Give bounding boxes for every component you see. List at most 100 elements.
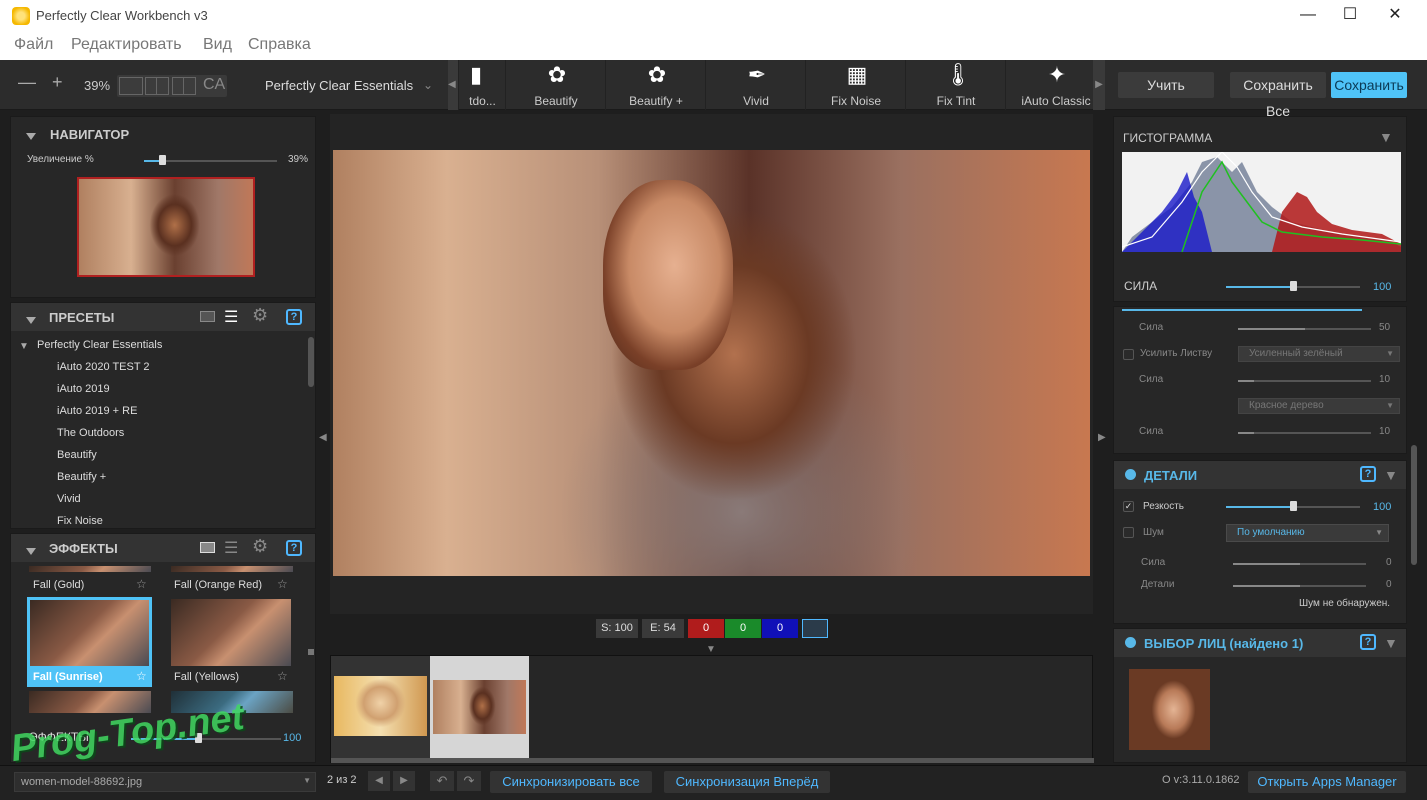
- learn-button[interactable]: Учить: [1118, 72, 1214, 98]
- scroll-left-icon[interactable]: ◀: [448, 60, 458, 110]
- grid-view-icon[interactable]: [200, 311, 215, 322]
- prev-image-icon[interactable]: ◀: [368, 771, 390, 791]
- preset-list-item[interactable]: iAuto 2019: [57, 383, 110, 395]
- scroll-right-icon[interactable]: ▶: [1093, 60, 1105, 110]
- preset-tab-beautify[interactable]: ✿ Beautify: [505, 60, 605, 110]
- preset-group-name[interactable]: Perfectly Clear Essentials: [37, 339, 162, 351]
- sync-all-button[interactable]: Синхронизировать все: [490, 771, 652, 793]
- noise-checkbox[interactable]: [1123, 527, 1134, 538]
- effect-label[interactable]: Fall (Yellows): [174, 671, 239, 683]
- zoom-in-icon[interactable]: +: [52, 72, 63, 93]
- presets-scrollbar[interactable]: [308, 337, 314, 387]
- navigator-thumbnail[interactable]: [77, 177, 255, 277]
- preset-tab-fix-noise[interactable]: ▦ Fix Noise: [805, 60, 905, 110]
- effect-thumbnail[interactable]: [29, 691, 151, 713]
- effect-thumbnail[interactable]: [30, 600, 149, 666]
- sharpness-knob[interactable]: [1290, 501, 1297, 511]
- effects-collapse-icon[interactable]: [26, 544, 36, 558]
- menu-help[interactable]: Справка: [248, 36, 311, 54]
- faces-help-icon[interactable]: ?: [1360, 634, 1376, 650]
- menu-file[interactable]: Файл: [14, 36, 53, 54]
- effect-label[interactable]: Fall (Sunrise): [33, 671, 103, 683]
- menu-view[interactable]: Вид: [203, 36, 232, 54]
- list-view-icon[interactable]: ☰: [224, 307, 238, 327]
- faces-collapse-icon[interactable]: ▼: [1384, 635, 1398, 651]
- histogram-collapse-icon[interactable]: ▼: [1379, 129, 1393, 145]
- film-thumbnail[interactable]: [334, 676, 427, 736]
- star-icon[interactable]: ☆: [277, 669, 288, 683]
- star-icon[interactable]: ☆: [136, 577, 147, 591]
- navigator-collapse-icon[interactable]: [26, 129, 36, 143]
- effects-scrollbar[interactable]: [308, 649, 314, 655]
- list-view-icon[interactable]: ☰: [224, 538, 238, 558]
- presets-help-icon[interactable]: ?: [286, 309, 302, 325]
- side-by-side-icon[interactable]: [172, 77, 196, 95]
- film-item[interactable]: [331, 656, 430, 758]
- apps-manager-button[interactable]: Открыть Apps Manager: [1248, 771, 1406, 793]
- effect-label[interactable]: Fall (Gold): [33, 579, 84, 591]
- chevron-down-icon[interactable]: ⌄: [423, 78, 433, 92]
- preset-list-item[interactable]: Beautify +: [57, 471, 106, 483]
- collapse-right-icon[interactable]: ▶: [1098, 432, 1106, 443]
- preset-tab-fix-tint[interactable]: 🌡 Fix Tint: [905, 60, 1005, 110]
- zoom-out-icon[interactable]: —: [18, 72, 36, 93]
- right-panel-scrollbar[interactable]: [1411, 445, 1417, 565]
- preset-list-item[interactable]: The Outdoors: [57, 427, 124, 439]
- navigator-zoom-knob[interactable]: [159, 155, 166, 165]
- preset-list-item[interactable]: Beautify: [57, 449, 97, 461]
- preset-list-item[interactable]: iAuto 2019 + RE: [57, 405, 137, 417]
- preset-list-item[interactable]: iAuto 2020 TEST 2: [57, 361, 150, 373]
- preset-tab-vivid[interactable]: ✒ Vivid: [705, 60, 805, 110]
- noise-details-fill: [1233, 585, 1300, 587]
- minimize-icon[interactable]: —: [1285, 0, 1331, 32]
- sila-slider[interactable]: [1238, 380, 1371, 382]
- gear-icon[interactable]: ⚙: [252, 536, 268, 557]
- foliage-dropdown[interactable]: Усиленный зелёный ▼: [1238, 346, 1400, 362]
- image-compare-icon[interactable]: [802, 619, 828, 638]
- details-collapse-icon[interactable]: ▼: [1384, 467, 1398, 483]
- menu-edit[interactable]: Редактировать: [71, 36, 182, 54]
- ca-toggle[interactable]: CA: [203, 76, 225, 94]
- undo-icon[interactable]: ↶: [430, 771, 454, 791]
- noise-dropdown[interactable]: По умолчанию ▼: [1226, 524, 1389, 542]
- save-button[interactable]: Сохранить: [1331, 72, 1407, 98]
- effects-help-icon[interactable]: ?: [286, 540, 302, 556]
- preset-list-item[interactable]: Fix Noise: [57, 515, 103, 527]
- split-view-icon[interactable]: [145, 77, 169, 95]
- star-icon[interactable]: ☆: [136, 669, 147, 683]
- preset-group-select[interactable]: Perfectly Clear Essentials: [265, 78, 413, 93]
- filmstrip-scrollbar[interactable]: [331, 758, 1094, 763]
- star-icon[interactable]: ☆: [277, 577, 288, 591]
- film-item-selected[interactable]: [430, 656, 529, 758]
- presets-collapse-icon[interactable]: [26, 313, 36, 327]
- preset-tab-beautify[interactable]: ✿ Beautify +: [605, 60, 705, 110]
- film-thumbnail[interactable]: [433, 680, 526, 734]
- strength-knob[interactable]: [1290, 281, 1297, 291]
- group-expand-icon[interactable]: ▼: [19, 341, 29, 352]
- main-photo[interactable]: [333, 150, 1090, 576]
- effect-label[interactable]: Fall (Orange Red): [174, 579, 262, 591]
- next-image-icon[interactable]: ▶: [393, 771, 415, 791]
- details-help-icon[interactable]: ?: [1360, 466, 1376, 482]
- redo-icon[interactable]: ↷: [457, 771, 481, 791]
- preset-list-item[interactable]: Vivid: [57, 493, 81, 505]
- close-icon[interactable]: ✕: [1372, 0, 1418, 32]
- face-thumbnail[interactable]: [1129, 669, 1210, 750]
- preset-tab-tdo[interactable]: ▮ tdo...: [458, 60, 505, 110]
- grid-view-icon[interactable]: [200, 542, 215, 553]
- collapse-left-icon[interactable]: ◀: [319, 432, 327, 443]
- sharpness-label: Резкость: [1143, 501, 1184, 512]
- save-all-button[interactable]: Сохранить Все: [1230, 72, 1326, 119]
- filmstrip-toggle-icon[interactable]: ▼: [706, 644, 716, 655]
- sila-slider[interactable]: [1238, 432, 1371, 434]
- preset-tab-iauto-classic[interactable]: ✦ iAuto Classic: [1005, 60, 1105, 110]
- gear-icon[interactable]: ⚙: [252, 305, 268, 326]
- file-select[interactable]: women-model-88692.jpg ▼: [14, 772, 316, 792]
- sync-forward-button[interactable]: Синхронизация Вперёд: [664, 771, 830, 793]
- enhance-foliage-checkbox[interactable]: [1123, 349, 1134, 360]
- redwood-dropdown[interactable]: Красное дерево ▼: [1238, 398, 1400, 414]
- sharpness-checkbox[interactable]: ✓: [1123, 501, 1134, 512]
- single-view-icon[interactable]: [119, 77, 143, 95]
- maximize-icon[interactable]: ☐: [1327, 0, 1373, 32]
- effect-thumbnail[interactable]: [171, 599, 291, 666]
